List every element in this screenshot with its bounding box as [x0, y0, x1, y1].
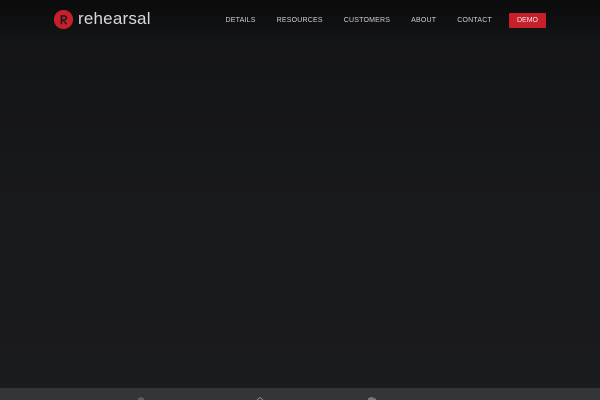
nav-item-details[interactable]: DETAILS	[226, 14, 256, 28]
brand-name: rehearsal	[78, 9, 151, 28]
rehearsal-r-logo-icon	[54, 9, 73, 29]
nav-item-customers[interactable]: CUSTOMERS	[344, 14, 390, 28]
nav-item-resources[interactable]: RESOURCES	[277, 14, 323, 28]
nav-item-about[interactable]: ABOUT	[411, 14, 436, 28]
demo-button[interactable]: DEMO	[509, 13, 546, 28]
nav-item-contact[interactable]: CONTACT	[457, 14, 492, 28]
main-nav: DETAILS RESOURCES CUSTOMERS ABOUT CONTAC…	[226, 13, 546, 28]
footer-strip	[0, 388, 600, 400]
brand-logo-link[interactable]: rehearsal	[54, 9, 151, 29]
site-header: rehearsal DETAILS RESOURCES CUSTOMERS AB…	[0, 0, 600, 42]
